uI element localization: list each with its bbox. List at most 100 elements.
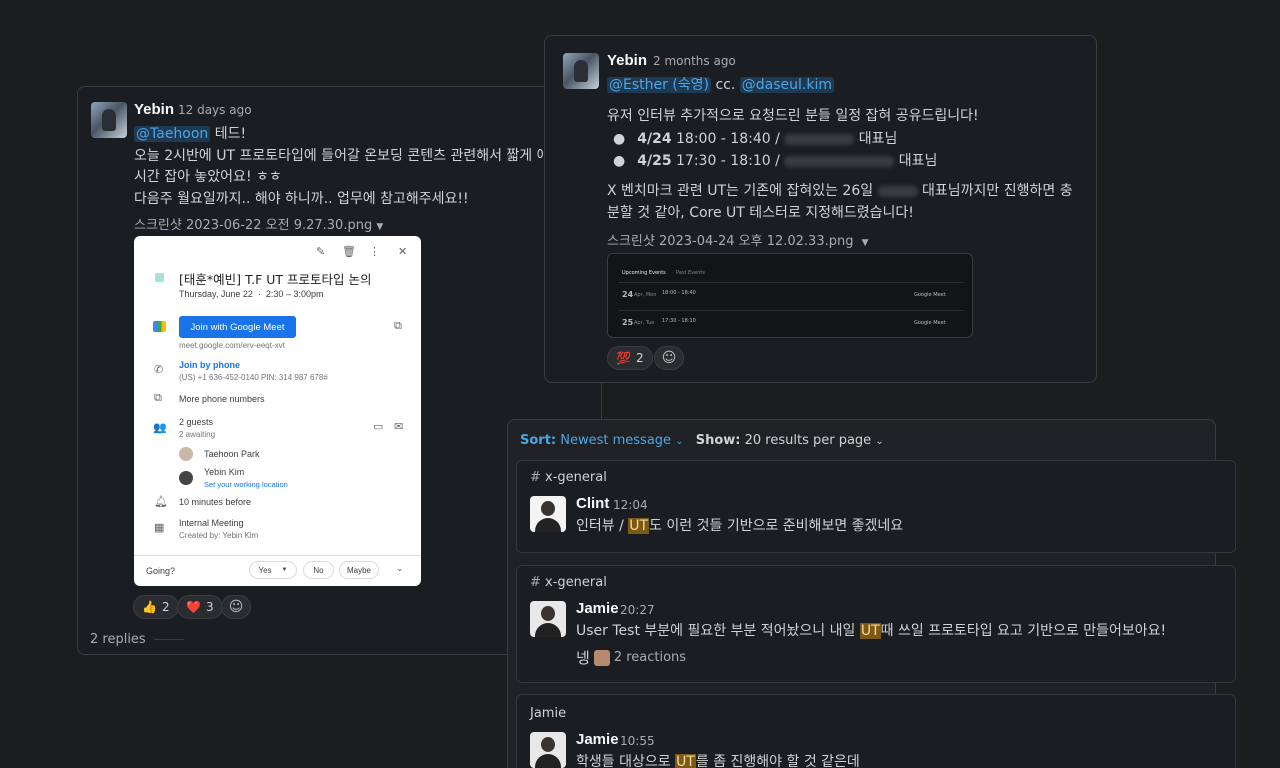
working-location-link[interactable]: Set your working location [204,480,288,489]
reaction-100[interactable]: 💯 2 [607,346,653,370]
channel-name[interactable]: # x-general [530,470,607,485]
replies-link[interactable]: 2 replies [90,632,184,647]
timestamp[interactable]: 20:27 [620,603,655,617]
google-meet-icon [153,321,166,332]
event-app: Google Meet [914,292,946,298]
hash-icon: # [530,470,541,485]
search-result[interactable]: # x-general Clint 12:04 인터뷰 / UT도 이런 것들 … [516,460,1236,553]
guest-avatar [179,447,193,461]
events-screenshot-thumbnail[interactable]: Upcoming Events Past Events 24 Apr, Mon … [607,253,973,338]
file-name[interactable]: 스크린샷 2023-06-22 오전 9.27.30.png ▼ [134,214,383,233]
message-text: User Test 부분에 필요한 부분 적어놨으니 내일 UT때 쓰일 프로토… [576,623,1167,639]
file-name[interactable]: 스크린샷 2023-04-24 오후 12.02.33.png ▼ [607,230,869,249]
event-time: 18:00 - 18:40 [662,290,696,296]
more-phone-numbers[interactable]: More phone numbers [179,394,265,404]
chevron-down-icon[interactable]: ▼ [376,222,383,232]
expand-icon[interactable]: ⌄ [396,563,404,574]
mention-daseul[interactable]: @daseul.kim [739,77,834,93]
tab-upcoming: Upcoming Events [622,270,666,276]
avatar[interactable] [530,496,566,532]
mention-line: @Esther (숙영) cc. @daseul.kim [607,77,834,93]
calendar-event-image[interactable]: ✎ 🗑 ⋮ ✕ [태훈*예빈] T.F UT 프로토타입 논의 Thursday… [134,236,421,586]
bell-icon: 🔔︎ [154,496,168,508]
guest-name: Yebin Kim [204,467,245,477]
author-name[interactable]: Yebin [134,101,174,118]
message-text: 인터뷰 / UT도 이런 것들 기반으로 준비해보면 좋겠네요 [576,518,904,534]
mail-icon[interactable]: ✉ [394,420,403,433]
timestamp[interactable]: 12:04 [613,498,648,512]
guest-avatar [179,471,193,485]
calendar-icon: ▦ [154,522,165,534]
mention-esther[interactable]: @Esther (숙영) [607,77,712,93]
message-line-3: 분할 것 같아, Core UT 테스터로 지정해드렸습니다! [607,205,914,221]
event-monthday: Apr, Mon [634,292,657,298]
chevron-down-icon[interactable]: ▼ [862,238,869,248]
chevron-down-icon: ⌄ [675,436,684,447]
edit-icon[interactable]: ✎ [316,245,325,258]
more-icon[interactable]: ⋮ [369,245,380,258]
guest-name: Taehoon Park [204,449,260,459]
delete-icon[interactable]: 🗑 [342,245,356,258]
event-datetime: Thursday, June 22 · 2:30 – 3:00pm [179,289,324,299]
timestamp[interactable]: 12 days ago [178,103,252,117]
add-emoji-icon: ☺ [228,599,244,615]
heart-icon: ❤️ [186,600,201,614]
message-line-1: 유저 인터뷰 추가적으로 요청드린 분들 일정 잡혀 공유드립니다! [607,108,979,124]
author-name[interactable]: Clint [576,495,609,512]
guest-awaiting: 2 awaiting [179,430,216,439]
show-dropdown[interactable]: Show: 20 results per page ⌄ [696,433,884,448]
chat-icon[interactable]: ▭ [373,420,383,433]
reactions-summary[interactable]: 넹 2 reactions [576,647,686,668]
channel-name[interactable]: Jamie [530,706,566,721]
avatar[interactable] [91,102,127,138]
add-emoji-icon: ☺ [661,350,677,366]
hash-icon: # [530,575,541,590]
event-color-dot [155,273,164,282]
avatar[interactable] [563,53,599,89]
message-line-2: X 벤치마크 관련 UT는 기존에 잡혀있는 26일 대표님까지만 진행하면 충 [607,183,1073,199]
reaction-emoji-icon [593,649,610,666]
search-result[interactable]: Jamie Jamie 10:55 학생들 대상으로 UT를 좀 진행해야 할 … [516,694,1236,768]
calendar-name: Internal Meeting [179,518,244,528]
sort-bar: Sort: Newest message ⌄ Show: 20 results … [520,433,884,448]
caret-down-icon: ▼ [281,567,288,573]
message-line-2: 오늘 2시반에 UT 프로토타입에 들어갈 온보딩 콘텐츠 관련해서 짧게 얘기 [134,148,563,164]
timestamp[interactable]: 10:55 [620,734,655,748]
add-reaction-button[interactable]: ☺ [221,595,251,619]
avatar[interactable] [530,732,566,768]
rsvp-yes-button[interactable]: Yes ▼ [249,561,297,579]
author-name[interactable]: Yebin [607,52,647,69]
chevron-down-icon: ⌄ [875,436,884,447]
going-label: Going? [146,566,176,576]
author-name[interactable]: Jamie [576,600,619,617]
join-by-phone-link[interactable]: Join by phone [179,360,240,370]
message-text: 학생들 대상으로 UT를 좀 진행해야 할 것 같은데 [576,754,860,768]
divider [134,555,421,556]
avatar[interactable] [530,601,566,637]
rsvp-no-button[interactable]: No [303,561,334,579]
phone-number: (US) +1 636-452-0140 PIN: 314 987 678# [179,373,328,382]
search-result[interactable]: # x-general Jamie 20:27 User Test 부분에 필요… [516,565,1236,683]
guests-icon: 👥 [153,422,167,434]
author-name[interactable]: Jamie [576,731,619,748]
divider [618,310,964,311]
join-meet-button[interactable]: Join with Google Meet [179,316,296,338]
close-icon[interactable]: ✕ [398,245,407,258]
reaction-heart[interactable]: ❤️ 3 [177,595,223,619]
channel-name[interactable]: # x-general [530,575,607,590]
created-by: Created by: Yebin Kim [179,531,259,540]
add-reaction-button[interactable]: ☺ [654,346,684,370]
tab-past: Past Events [676,270,705,276]
event-app: Google Meet [914,320,946,326]
hundred-icon: 💯 [616,351,631,365]
timestamp[interactable]: 2 months ago [653,54,736,68]
meet-link[interactable]: meet.google.com/erv-eeqt-xvt [179,341,285,350]
bullet-item: ● 4/25 17:30 - 18:10 / 대표님 [613,153,938,169]
event-day: 24 [622,290,634,299]
mention-taehoon[interactable]: @Taehoon [134,126,211,142]
copy-icon[interactable]: ⧉ [394,320,402,333]
rsvp-maybe-button[interactable]: Maybe [339,561,379,579]
reaction-thumbsup[interactable]: 👍 2 [133,595,179,619]
sort-dropdown[interactable]: Sort: Newest message ⌄ [520,433,688,448]
message-line-4: 다음주 월요일까지.. 해야 하니까.. 업무에 참고해주세요!! [134,191,469,207]
